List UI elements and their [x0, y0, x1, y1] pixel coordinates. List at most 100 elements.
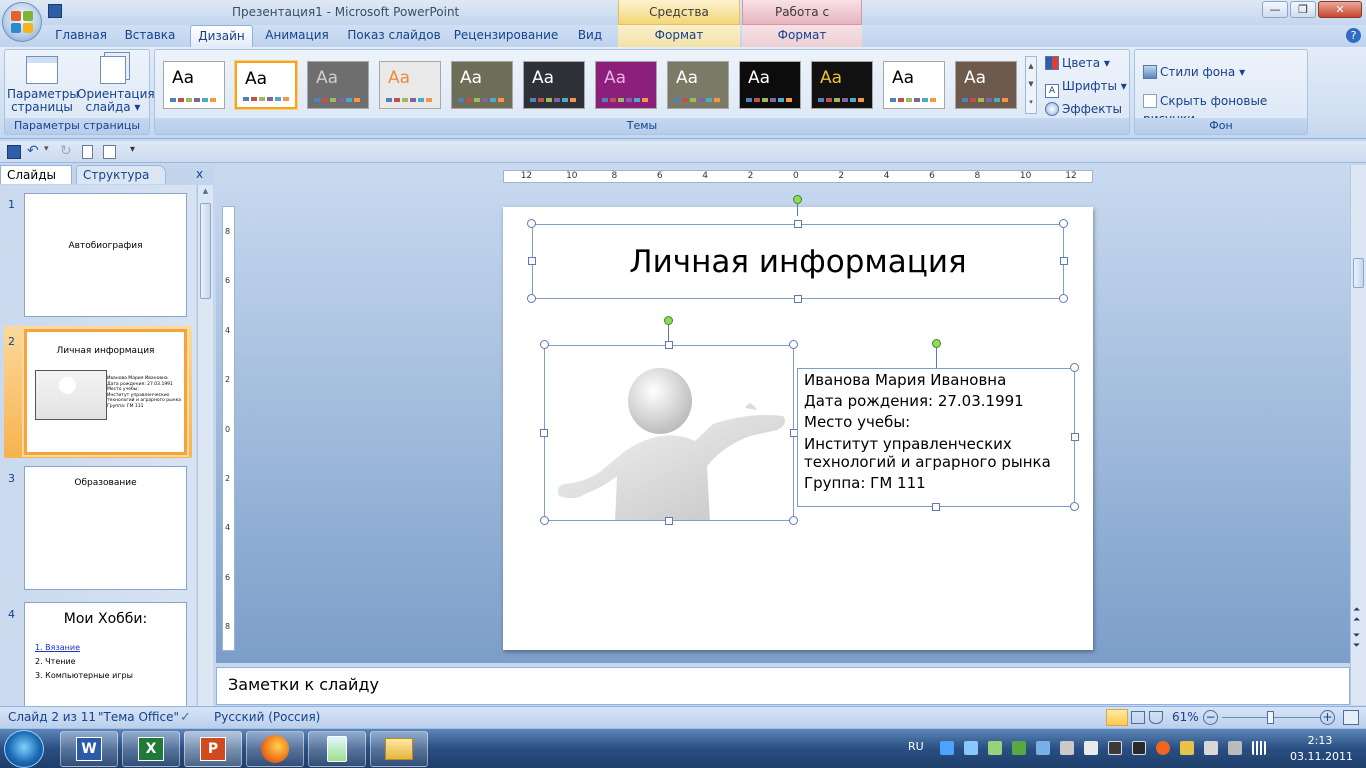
theme-thumbnail[interactable]: Aa [379, 61, 441, 109]
theme-name[interactable]: "Тема Office" [98, 710, 179, 724]
resize-handle[interactable] [527, 219, 536, 228]
resize-handle[interactable] [1060, 257, 1068, 265]
theme-thumbnail[interactable]: Aa [307, 61, 369, 109]
scroll-down-icon[interactable]: ▼ [1026, 75, 1036, 93]
tab-format-drawing[interactable]: Формат [618, 25, 740, 47]
clock-date[interactable]: 03.11.2011 [1290, 750, 1353, 763]
slide-thumbnail-3[interactable]: Образование [24, 466, 187, 590]
info-text[interactable]: Иванова Мария Ивановна Дата рождения: 27… [804, 370, 1070, 494]
theme-thumbnail[interactable]: Aa [667, 61, 729, 109]
taskbar-word[interactable]: W [60, 731, 118, 767]
hide-background-graphics[interactable]: Скрыть фоновые рисунки [1143, 92, 1307, 126]
checkbox-icon[interactable] [1143, 94, 1157, 108]
rotate-handle[interactable] [664, 316, 673, 325]
taskbar-firefox[interactable] [246, 731, 304, 767]
next-slide-icon[interactable]: ⏷ ⏷ [1353, 631, 1360, 651]
theme-thumbnail[interactable]: Aa [235, 61, 297, 109]
zoom-slider-thumb[interactable] [1267, 711, 1275, 724]
resize-handle[interactable] [1059, 219, 1068, 228]
rotate-handle[interactable] [932, 339, 941, 348]
slide-orientation-button[interactable]: Ориентация слайда ▾ [77, 56, 155, 118]
theme-thumbnail[interactable]: Aa [523, 61, 585, 109]
tab-insert[interactable]: Вставка [118, 25, 182, 47]
theme-effects-button[interactable]: Эффекты ▾ [1045, 100, 1129, 134]
network-signal-icon[interactable] [1252, 741, 1266, 755]
slide-thumbnail-2[interactable]: Личная информация Иванова Мария Ивановна… [24, 329, 187, 455]
resize-handle[interactable] [794, 295, 802, 303]
resize-handle[interactable] [789, 340, 798, 349]
tab-animation[interactable]: Анимация [260, 25, 334, 47]
rotate-handle[interactable] [793, 195, 802, 204]
slide-title[interactable]: Личная информация [533, 244, 1063, 280]
theme-thumbnail[interactable]: Aa [739, 61, 801, 109]
resize-handle[interactable] [528, 257, 536, 265]
tray-icon[interactable] [1108, 741, 1122, 755]
workspace-scrollbar[interactable]: ⏶ ⏶ ⏷ ⏷ [1350, 165, 1366, 705]
tray-icon[interactable] [1012, 741, 1026, 755]
help-icon[interactable]: ? [1346, 28, 1361, 43]
slide-thumbnail-4[interactable]: Мои Хобби: 1. Вязание 2. Чтение 3. Компь… [24, 602, 187, 706]
taskbar-explorer[interactable] [370, 731, 428, 767]
theme-thumbnail[interactable]: Aa [451, 61, 513, 109]
slide-notes[interactable]: Заметки к слайду [216, 667, 1350, 705]
tray-icon[interactable] [988, 741, 1002, 755]
theme-thumbnail[interactable]: Aa [811, 61, 873, 109]
power-icon[interactable] [1228, 741, 1242, 755]
tray-icon[interactable] [1060, 741, 1074, 755]
undo-dropdown-icon[interactable]: ▾ [44, 144, 49, 154]
tray-icon[interactable] [1156, 741, 1170, 755]
close-panel-icon[interactable]: x [196, 167, 203, 181]
resize-handle[interactable] [932, 503, 940, 511]
minimize-button[interactable]: — [1262, 1, 1288, 18]
theme-thumbnail[interactable]: Aa [955, 61, 1017, 109]
tray-icon[interactable] [1180, 741, 1194, 755]
volume-icon[interactable] [1204, 741, 1218, 755]
resize-handle[interactable] [665, 517, 673, 525]
info-textbox[interactable]: Иванова Мария Ивановна Дата рождения: 27… [797, 368, 1075, 507]
resize-handle[interactable] [1059, 294, 1068, 303]
tab-outline[interactable]: Структура [76, 165, 166, 184]
spellcheck-icon[interactable]: ✓ [180, 710, 191, 725]
normal-view-icon[interactable] [1106, 709, 1128, 726]
theme-thumbnail[interactable]: Aa [595, 61, 657, 109]
resize-handle[interactable] [1070, 502, 1079, 511]
zoom-in-icon[interactable]: + [1320, 710, 1335, 725]
background-styles-button[interactable]: Стили фона ▾ [1143, 63, 1245, 81]
restore-button[interactable]: ❐ [1290, 1, 1316, 18]
redo-icon[interactable]: ↻ [60, 143, 72, 159]
tab-review[interactable]: Рецензирование [452, 25, 560, 47]
resize-handle[interactable] [794, 220, 802, 228]
save-icon[interactable] [7, 145, 21, 159]
tab-format-picture[interactable]: Формат [742, 25, 862, 47]
resize-handle[interactable] [527, 294, 536, 303]
tab-design[interactable]: Дизайн [190, 25, 253, 47]
close-button[interactable]: ✕ [1318, 1, 1362, 18]
print-preview-icon[interactable] [103, 145, 116, 159]
gallery-more-icon[interactable]: ▾ [1026, 93, 1036, 111]
tray-icon[interactable] [964, 741, 978, 755]
scroll-thumb[interactable] [200, 203, 211, 299]
flag-icon[interactable] [1084, 741, 1098, 755]
fit-to-window-icon[interactable] [1343, 710, 1359, 725]
theme-thumbnail[interactable]: Aa [163, 61, 225, 109]
resize-handle[interactable] [540, 429, 548, 437]
resize-handle[interactable] [1071, 433, 1079, 441]
themes-scroll[interactable]: ▲ ▼ ▾ [1025, 56, 1037, 114]
new-document-icon[interactable] [82, 145, 93, 159]
slide-thumbnail-1[interactable]: Автобиография [24, 193, 187, 317]
scroll-thumb[interactable] [1353, 258, 1364, 288]
person-picture[interactable] [544, 345, 794, 521]
title-placeholder[interactable]: Личная информация [532, 224, 1064, 299]
taskbar-excel[interactable]: X [122, 731, 180, 767]
customize-qat-icon[interactable]: ▾ [130, 144, 135, 155]
slideshow-icon[interactable] [1149, 711, 1163, 724]
scroll-up-icon[interactable]: ▲ [200, 187, 211, 198]
thumbnails-scrollbar[interactable]: ▲ [197, 185, 213, 706]
language-indicator[interactable]: Русский (Россия) [214, 710, 320, 724]
clock-time[interactable]: 2:13 [1290, 734, 1350, 747]
zoom-level[interactable]: 61% [1172, 710, 1199, 724]
resize-handle[interactable] [540, 516, 549, 525]
taskbar-app[interactable] [308, 731, 366, 767]
tab-slides[interactable]: Слайды [0, 165, 72, 184]
tray-icon[interactable] [1132, 741, 1146, 755]
